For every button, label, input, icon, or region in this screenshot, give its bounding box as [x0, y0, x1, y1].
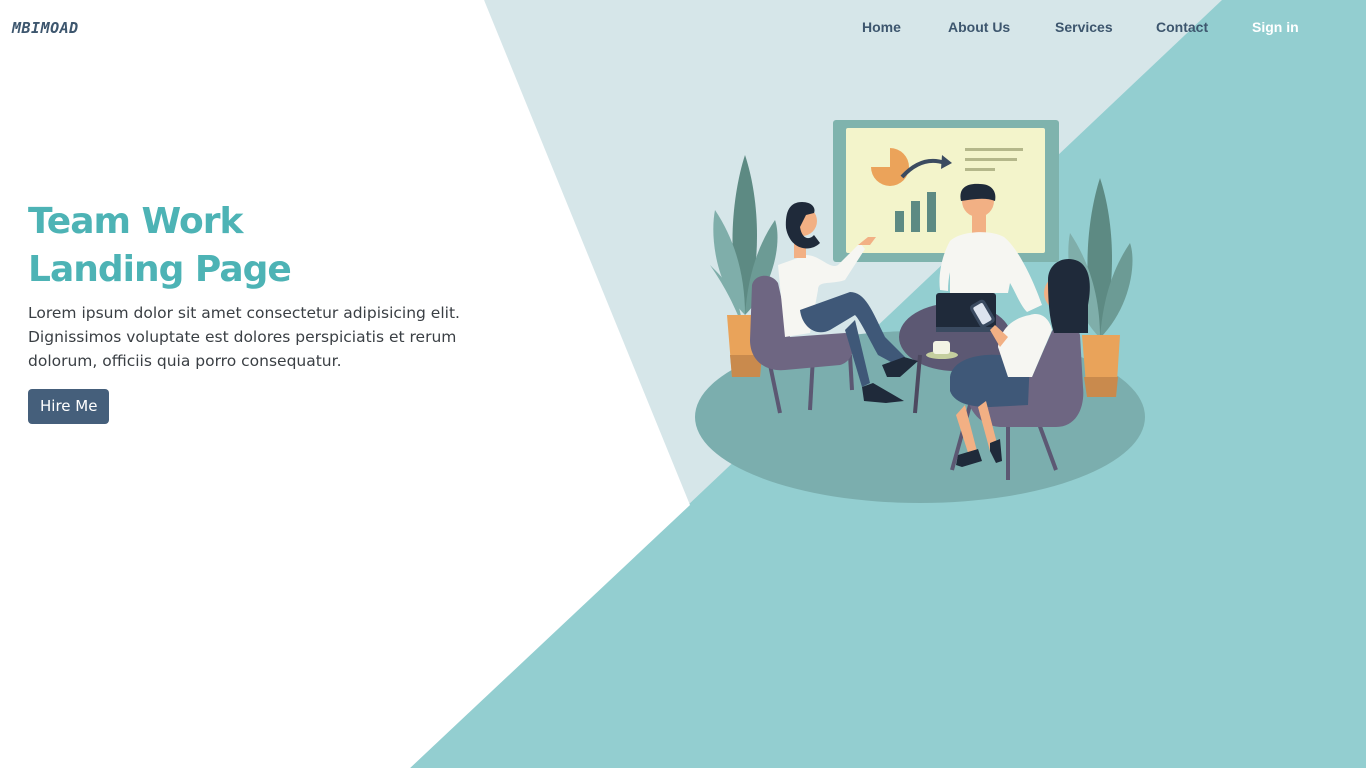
hero-title-line-1: Team Work	[28, 201, 243, 242]
hero-description: Lorem ipsum dolor sit amet consectetur a…	[28, 304, 460, 370]
top-navbar: MBIMOAD Home About Us Services Contact S…	[0, 0, 1366, 58]
nav-menu: Home About Us Services Contact Sign in	[0, 19, 1366, 39]
team-meeting-illustration	[695, 120, 1145, 503]
hire-me-button[interactable]: Hire Me	[28, 389, 110, 424]
hero-section: Team Work Landing Page Lorem ipsum dolor…	[28, 198, 498, 424]
nav-home-link[interactable]: Home	[862, 19, 901, 35]
nav-about-link[interactable]: About Us	[948, 19, 1010, 35]
hero-title: Team Work Landing Page	[28, 198, 498, 294]
nav-contact-link[interactable]: Contact	[1156, 19, 1208, 35]
nav-services-link[interactable]: Services	[1055, 19, 1113, 35]
nav-signin-link[interactable]: Sign in	[1252, 19, 1299, 35]
hero-title-line-2: Landing Page	[28, 249, 292, 290]
